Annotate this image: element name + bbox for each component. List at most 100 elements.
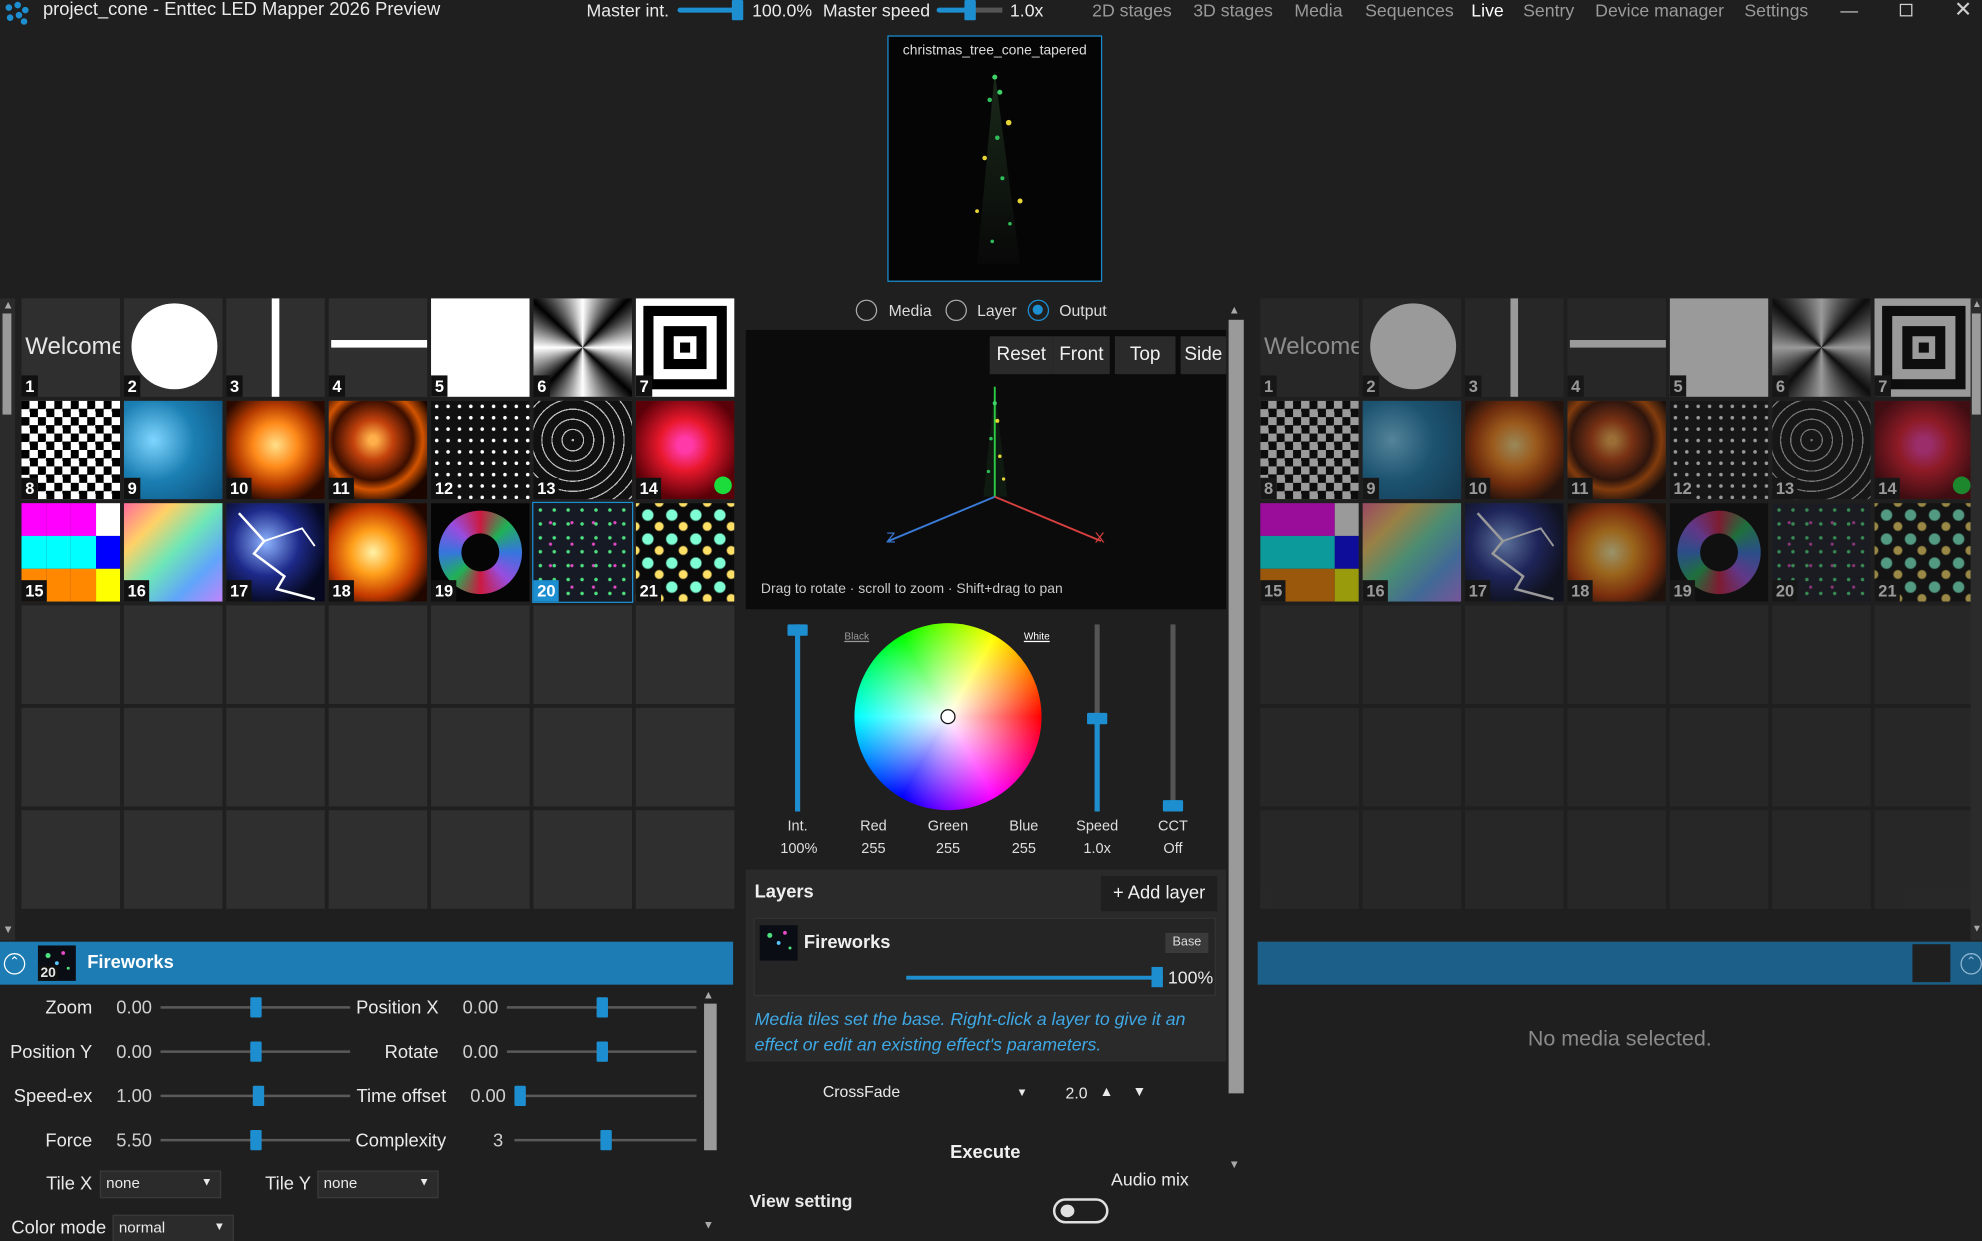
tile-y-dropdown[interactable]: none ▼ (317, 1170, 439, 1199)
params-scroll-thumb[interactable] (704, 1003, 717, 1151)
right-tile-6[interactable]: 6 (1772, 298, 1871, 397)
param-value-rotate[interactable]: 0.00 (463, 1043, 499, 1063)
radio-layer-circle[interactable] (945, 299, 967, 322)
right-tile-9[interactable]: 9 (1362, 400, 1462, 500)
left-empty-tile[interactable] (328, 707, 428, 807)
right-tile-4[interactable]: 4 (1567, 298, 1666, 397)
nav-settings[interactable]: Settings (1744, 0, 1808, 20)
output-preview[interactable]: christmas_tree_cone_tapered (887, 35, 1103, 282)
radio-media-circle[interactable] (855, 299, 878, 322)
left-tile-20[interactable]: 20 (532, 501, 634, 603)
close-icon[interactable]: ✕ (1954, 0, 1972, 23)
transition-type-dropdown[interactable]: CrossFade ▼ (817, 1078, 1038, 1109)
scroll-thumb[interactable] (1971, 313, 1981, 415)
nav-2d-stages[interactable]: 2D stages (1092, 0, 1172, 20)
left-tile-1[interactable]: Welcome 1 (21, 298, 121, 397)
left-empty-tile[interactable] (123, 605, 223, 705)
nav-device-manager[interactable]: Device manager (1595, 0, 1724, 20)
left-empty-tile[interactable] (635, 605, 735, 705)
right-empty-tile[interactable] (1362, 605, 1462, 705)
scroll-up-icon[interactable]: ▲ (1229, 303, 1240, 316)
left-tile-14[interactable]: 14 (635, 400, 735, 500)
left-tile-5[interactable]: 5 (431, 298, 530, 397)
left-tile-6[interactable]: 6 (533, 298, 632, 397)
right-tile-1[interactable]: Welcome 1 (1260, 298, 1359, 397)
param-value-position-x[interactable]: 0.00 (463, 999, 499, 1019)
nav-sentry[interactable]: Sentry (1523, 0, 1574, 20)
slider-thumb[interactable] (596, 997, 608, 1018)
nav-3d-stages[interactable]: 3D stages (1193, 0, 1273, 20)
right-empty-tile[interactable] (1362, 810, 1462, 909)
right-empty-tile[interactable] (1464, 707, 1564, 807)
3d-viewport[interactable]: Reset Front Top Side Z X Drag to rotate … (745, 329, 1227, 610)
chevron-up-icon[interactable]: ⌃ (1960, 953, 1982, 975)
left-tile-4[interactable]: 4 (328, 298, 428, 397)
right-empty-tile[interactable] (1567, 810, 1666, 909)
color-mode-dropdown[interactable]: normal ▼ (112, 1214, 234, 1241)
color-picker-handle[interactable] (940, 709, 956, 725)
right-tile-7[interactable]: 7 (1874, 298, 1974, 397)
left-empty-tile[interactable] (226, 605, 325, 705)
scroll-up-icon[interactable]: ▲ (703, 988, 714, 1001)
transition-time[interactable]: 2.0 (1066, 1085, 1088, 1103)
scroll-thumb[interactable] (2, 313, 12, 415)
right-tile-5[interactable]: 5 (1669, 298, 1769, 397)
left-empty-tile[interactable] (635, 707, 735, 807)
left-empty-tile[interactable] (21, 810, 121, 909)
right-tile-18[interactable]: 18 (1567, 503, 1666, 602)
right-tile-16[interactable]: 16 (1362, 503, 1462, 602)
cct-slider-track[interactable] (1170, 624, 1176, 812)
black-button[interactable]: Black (844, 631, 869, 642)
left-empty-tile[interactable] (123, 810, 223, 909)
param-value-force[interactable]: 5.50 (116, 1131, 152, 1151)
left-empty-tile[interactable] (431, 707, 530, 807)
right-empty-tile[interactable] (1260, 707, 1359, 807)
left-tile-16[interactable]: 16 (123, 503, 223, 602)
slider-thumb[interactable] (250, 1130, 262, 1151)
left-tile-2[interactable]: 2 (123, 298, 223, 397)
radio-output-label[interactable]: Output (1059, 302, 1106, 320)
right-tile-8[interactable]: 8 (1260, 400, 1359, 500)
slider-thumb[interactable] (252, 1085, 265, 1106)
nav-media[interactable]: Media (1294, 0, 1342, 20)
speed-slider-thumb[interactable] (1087, 712, 1108, 725)
right-empty-tile[interactable] (1772, 605, 1871, 705)
left-empty-tile[interactable] (226, 707, 325, 807)
left-tile-11[interactable]: 11 (328, 400, 428, 500)
left-empty-tile[interactable] (123, 707, 223, 807)
left-tile-12[interactable]: 12 (431, 400, 530, 500)
radio-layer-label[interactable]: Layer (977, 302, 1017, 320)
left-empty-tile[interactable] (328, 810, 428, 909)
master-int-thumb[interactable] (731, 0, 744, 21)
right-empty-tile[interactable] (1464, 605, 1564, 705)
white-button[interactable]: White (1024, 631, 1050, 642)
radio-media[interactable] (855, 299, 878, 322)
right-empty-tile[interactable] (1669, 605, 1769, 705)
layer-opacity-thumb[interactable] (1151, 966, 1163, 988)
left-tile-17[interactable]: 17 (226, 503, 325, 602)
left-tile-3[interactable]: 3 (226, 298, 325, 397)
left-tile-7[interactable]: 7 (635, 298, 735, 397)
right-empty-tile[interactable] (1874, 810, 1974, 909)
right-tile-10[interactable]: 10 (1464, 400, 1564, 500)
right-tile-15[interactable]: 15 (1260, 503, 1359, 602)
param-value-speed-ex[interactable]: 1.00 (116, 1087, 152, 1107)
scroll-up-icon[interactable]: ▲ (3, 298, 14, 311)
left-tile-19[interactable]: 19 (431, 503, 530, 602)
add-layer-button[interactable]: + Add layer (1100, 875, 1218, 912)
cct-slider-thumb[interactable] (1162, 800, 1184, 812)
left-tile-18[interactable]: 18 (328, 503, 428, 602)
right-empty-tile[interactable] (1260, 810, 1359, 909)
slider-track[interactable] (514, 1094, 697, 1098)
right-tile-17[interactable]: 17 (1464, 503, 1564, 602)
left-tile-8[interactable]: 8 (21, 400, 121, 500)
scroll-down-icon[interactable]: ▼ (703, 1218, 714, 1231)
decrement-icon[interactable]: ▼ (1133, 1085, 1147, 1100)
nav-live[interactable]: Live (1471, 0, 1503, 20)
minimize-icon[interactable]: — (1840, 0, 1858, 20)
left-empty-tile[interactable] (21, 605, 121, 705)
left-tile-9[interactable]: 9 (123, 400, 223, 500)
right-tile-21[interactable]: 21 (1874, 503, 1974, 602)
left-empty-tile[interactable] (431, 605, 530, 705)
right-tile-20[interactable]: 20 (1772, 503, 1871, 602)
